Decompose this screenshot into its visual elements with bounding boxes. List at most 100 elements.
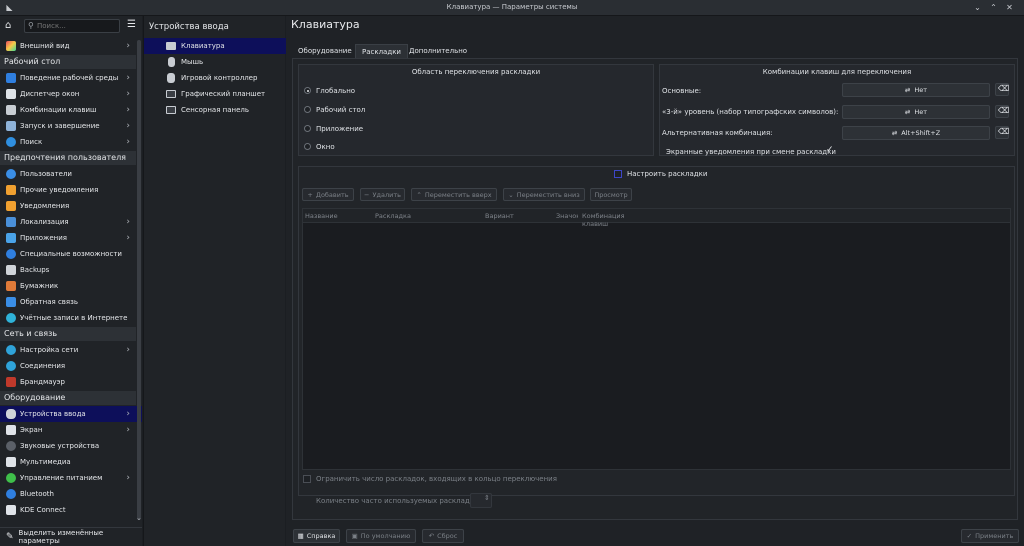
radio-desktop[interactable] [304, 106, 311, 113]
sidebar-item-power[interactable]: Управление питанием › [0, 470, 142, 486]
alt-shortcut-button[interactable]: ⇄ Alt+Shift+Z [842, 126, 990, 140]
main-shortcut-button[interactable]: ⇄ Нет [842, 83, 990, 97]
defaults-icon: ▣ [351, 532, 358, 540]
apply-button[interactable]: ✓ Применить [961, 529, 1019, 543]
scroll-down-icon[interactable]: ⌄ [136, 514, 142, 522]
limit-layouts-label: Ограничить число раскладок, входящих в к… [316, 475, 557, 483]
sidebar-scrollbar[interactable] [137, 40, 141, 520]
tab-layouts[interactable]: Раскладки [355, 44, 408, 58]
firewall-icon [6, 377, 16, 387]
sidebar-item-users[interactable]: Пользователи [0, 166, 142, 182]
chevron-right-icon: › [126, 73, 130, 83]
preview-button[interactable]: Просмотр [590, 188, 632, 201]
desktop-icon [6, 73, 16, 83]
minimize-icon[interactable]: ⌄ [972, 2, 983, 13]
backup-icon [6, 265, 16, 275]
sidebar-item-accessibility[interactable]: Специальные возможности [0, 246, 142, 262]
subnav-item-mouse[interactable]: Мышь [144, 54, 286, 70]
locale-icon [6, 217, 16, 227]
switching-title: Область переключения раскладки [411, 68, 541, 76]
shortcut-icon: ⇄ [891, 129, 898, 137]
subnav: Устройства ввода Клавиатура Мышь Игровой… [143, 16, 286, 546]
close-icon[interactable]: ✕ [1004, 2, 1015, 13]
subnav-title: Устройства ввода [149, 22, 229, 32]
sidebar-item-firewall[interactable]: Брандмауэр [0, 374, 142, 390]
add-layout-button[interactable]: + Добавить [302, 188, 354, 201]
sidebar-item-notifications[interactable]: Уведомления [0, 198, 142, 214]
search-input[interactable] [37, 21, 117, 31]
spare-layouts-spinbox[interactable]: ⇕ [470, 493, 492, 508]
sidebar-item-network-settings[interactable]: Настройка сети › [0, 342, 142, 358]
sidebar-item-window-manager[interactable]: Диспетчер окон › [0, 86, 142, 102]
sidebar-item-kdeconnect[interactable]: KDE Connect [0, 502, 142, 518]
tab-advanced[interactable]: Дополнительно [403, 44, 473, 58]
col-label: Значок [556, 212, 578, 220]
sidebar-item-display[interactable]: Экран › [0, 422, 142, 438]
chevron-right-icon: › [126, 89, 130, 99]
chevron-right-icon: › [126, 41, 130, 51]
sidebar-item-shortcuts[interactable]: Комбинации клавиш › [0, 102, 142, 118]
col-layout: Раскладка [375, 212, 411, 220]
help-button[interactable]: ▦ Справка [293, 529, 340, 543]
sidebar-item-feedback[interactable]: Обратная связь [0, 294, 142, 310]
configure-layouts-checkbox[interactable] [614, 170, 622, 178]
sidebar-item-multimedia[interactable]: Мультимедиа [0, 454, 142, 470]
maximize-icon[interactable]: ⌃ [988, 2, 999, 13]
third-level-button[interactable]: ⇄ Нет [842, 105, 990, 119]
osd-checkbox[interactable]: ✓ [826, 145, 834, 155]
sidebar-item-online-accounts[interactable]: Учётные записи в Интернете [0, 310, 142, 326]
sidebar-item-startup[interactable]: Запуск и завершение › [0, 118, 142, 134]
col-name: Название [305, 212, 338, 220]
clear-icon: ⌫ [998, 127, 1010, 136]
sidebar-item-input-devices[interactable]: Устройства ввода › [0, 406, 142, 422]
chevron-right-icon: › [126, 233, 130, 243]
sidebar-item-desktop-behavior[interactable]: Поведение рабочей среды › [0, 70, 142, 86]
tab-hardware[interactable]: Оборудование [292, 44, 358, 58]
clear-main-shortcut-button[interactable]: ⌫ [995, 83, 1009, 96]
sidebar-item-connections[interactable]: Соединения [0, 358, 142, 374]
home-icon[interactable]: ⌂ [5, 20, 17, 32]
alt-shortcut-label: Альтернативная комбинация: [662, 129, 773, 137]
clear-third-level-button[interactable]: ⌫ [995, 105, 1009, 118]
radio-application[interactable] [304, 125, 311, 132]
sidebar-item-appearance[interactable]: Внешний вид › [0, 38, 142, 54]
bell-icon [6, 185, 16, 195]
sidebar-item-wallet[interactable]: Бумажник [0, 278, 142, 294]
sidebar-item-locale[interactable]: Локализация › [0, 214, 142, 230]
clear-alt-shortcut-button[interactable]: ⌫ [995, 126, 1009, 139]
plus-icon: + [307, 190, 313, 199]
remove-layout-button[interactable]: − Удалить [360, 188, 405, 201]
reset-button[interactable]: ↶ Сброс [422, 529, 464, 543]
globe-icon [6, 361, 16, 371]
third-level-label: «3-й» уровень (набор типографских символ… [662, 108, 839, 116]
subnav-item-gamepad[interactable]: Игровой контроллер [144, 70, 286, 86]
subnav-item-touchpad[interactable]: Сенсорная панель [144, 102, 286, 118]
configure-layouts-label: Настроить раскладки [627, 170, 708, 178]
radio-global[interactable] [304, 87, 311, 94]
move-up-button[interactable]: ⌃ Переместить вверх [411, 188, 497, 201]
keyboard-icon [6, 105, 16, 115]
startup-icon [6, 121, 16, 131]
radio-window[interactable] [304, 143, 311, 150]
hamburger-menu-icon[interactable]: ☰ [127, 19, 136, 30]
sidebar-item-other-notifications[interactable]: Прочие уведомления [0, 182, 142, 198]
sidebar-item-search[interactable]: Поиск › [0, 134, 142, 150]
chevron-down-icon: ⌄ [508, 190, 514, 199]
defaults-button[interactable]: ▣ По умолчанию [346, 529, 416, 543]
search-field[interactable]: ⚲ [24, 19, 120, 33]
sidebar-item-applications[interactable]: Приложения › [0, 230, 142, 246]
section-header-network: Сеть и связь [0, 327, 136, 341]
move-down-button[interactable]: ⌄ Переместить вниз [503, 188, 585, 201]
subnav-item-keyboard[interactable]: Клавиатура [144, 38, 286, 54]
sidebar-item-bluetooth[interactable]: Bluetooth [0, 486, 142, 502]
highlight-changed-button[interactable]: ✎ Выделить изменённые параметры [0, 527, 142, 546]
sidebar-item-audio[interactable]: Звуковые устройства [0, 438, 142, 454]
chevron-right-icon: › [126, 217, 130, 227]
feedback-icon [6, 297, 16, 307]
limit-layouts-checkbox[interactable] [303, 475, 311, 483]
layouts-table[interactable] [302, 208, 1011, 470]
wallet-icon [6, 281, 16, 291]
col-variant: Вариант [485, 212, 514, 220]
sidebar-item-backups[interactable]: Backups [0, 262, 142, 278]
subnav-item-tablet[interactable]: Графический планшет [144, 86, 286, 102]
